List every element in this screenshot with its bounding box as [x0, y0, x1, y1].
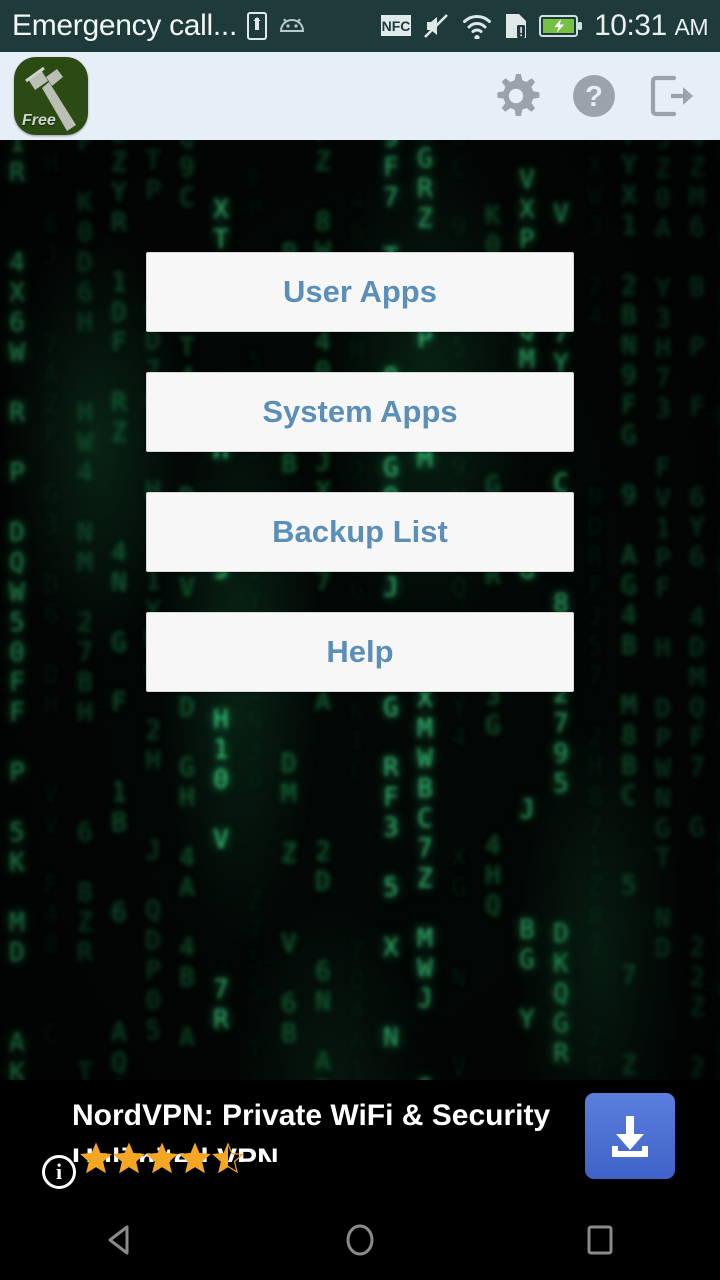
exit-button[interactable]: [646, 70, 698, 122]
backup-list-label: Backup List: [272, 514, 448, 549]
nfc-icon: NFC: [381, 13, 412, 39]
ad-title: NordVPN: Private WiFi & Security -...: [72, 1099, 552, 1132]
star-icon: [146, 1142, 178, 1174]
settings-button[interactable]: [490, 70, 542, 122]
system-apps-button[interactable]: System Apps: [146, 372, 574, 452]
star-icon: [179, 1142, 211, 1174]
help-menu-label: Help: [326, 634, 394, 669]
ad-download-button[interactable]: [585, 1093, 675, 1179]
home-circle-icon: [340, 1220, 380, 1260]
app-header: Free ?: [0, 52, 720, 140]
wifi-icon: [461, 13, 493, 41]
svg-text:?: ?: [585, 81, 603, 113]
main-menu: User Apps System Apps Backup List Help: [146, 252, 574, 692]
battery-charging-icon: [539, 14, 583, 38]
mute-icon: [422, 12, 450, 40]
nav-recents-button[interactable]: [540, 1200, 660, 1280]
phone-screen: Emergency call... NFC 10:31 AM Free ? 1 …: [0, 0, 720, 1280]
android-robot-icon: [277, 16, 307, 36]
matrix-column: J X Z 6 0 A T W B 3 4 W F 4 1 G H Q 9 Z …: [714, 140, 720, 1200]
gear-icon: [491, 71, 541, 121]
status-bar-right: NFC 10:31 AM: [381, 9, 708, 43]
question-mark-circle-icon: ?: [569, 71, 619, 121]
matrix-column: F 4 Q 3 F 8 D 3 Z 0 A Y 3 H 7 3 F V 1 P …: [655, 140, 671, 1200]
status-bar: Emergency call... NFC 10:31 AM: [0, 0, 720, 52]
carrier-label: Emergency call...: [12, 9, 237, 42]
status-bar-clock: 10:31 AM: [594, 9, 708, 42]
matrix-column: Z Z Y R 1 D F R Z 4 N G F 1 B 6 A Q 6 T …: [111, 140, 127, 1198]
matrix-column: R 1 4 H 6 J 7 A Z F G 3 D 6 D H V V F 4 …: [43, 150, 59, 1200]
logo-free-badge: Free: [22, 112, 56, 129]
help-menu-button[interactable]: Help: [146, 612, 574, 692]
ad-info-icon[interactable]: i: [42, 1155, 76, 1189]
matrix-column: H 6 B X W F K 0 D 6 H H W 4 N M 2 7 B H …: [77, 140, 93, 1200]
user-apps-button[interactable]: User Apps: [146, 252, 574, 332]
nav-back-button[interactable]: [60, 1200, 180, 1280]
header-actions: ?: [490, 70, 706, 122]
backup-list-button[interactable]: Backup List: [146, 492, 574, 572]
half-star-icon: [212, 1142, 244, 1174]
download-icon: [602, 1108, 658, 1164]
svg-text:NFC: NFC: [382, 18, 411, 34]
exit-logout-icon: [647, 71, 697, 121]
back-triangle-icon: [100, 1220, 140, 1260]
matrix-column: 1 R 4 X 6 W R P D Q W 5 0 F F P 5 K M D …: [9, 140, 25, 1200]
user-apps-label: User Apps: [283, 274, 437, 309]
help-button[interactable]: ?: [568, 70, 620, 122]
star-icon: [80, 1142, 112, 1174]
app-logo: Free: [14, 57, 88, 135]
recents-square-icon: [580, 1220, 620, 1260]
matrix-column: F A F A W M 7 Y X 1 2 B N 9 F G 9 A G 4 …: [621, 140, 637, 1141]
matrix-column: 8 1 P Q T A X W 3 2 4 N D R F J 5 7 2 H …: [587, 140, 603, 1172]
star-icon: [113, 1142, 145, 1174]
nav-home-button[interactable]: [300, 1200, 420, 1280]
sim-card-icon: [246, 12, 267, 40]
android-nav-bar: [0, 1200, 720, 1280]
ad-rating-stars: [80, 1142, 244, 1174]
sim-alert-icon: [504, 12, 528, 40]
system-apps-label: System Apps: [262, 394, 458, 429]
matrix-column: H 4 Z M 6 B P F 6 Y 6 4 D M Q F 7 G 2 2 …: [689, 140, 705, 1173]
status-bar-left: Emergency call...: [12, 9, 381, 43]
